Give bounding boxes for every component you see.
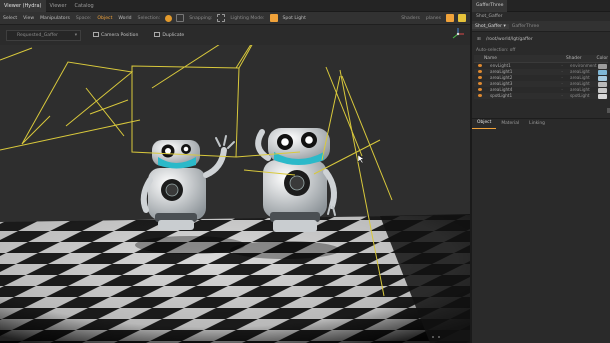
robot-left-shadow: [135, 236, 245, 254]
camera-position-label: Camera Position: [101, 32, 139, 38]
column-shader[interactable]: Shader: [566, 55, 597, 62]
viewport-3d[interactable]: [0, 45, 470, 343]
space-label: Space:: [75, 15, 92, 21]
lights-table-header: Name Shader Color: [474, 55, 608, 63]
selection-mode-icon[interactable]: [165, 14, 173, 22]
column-color[interactable]: Color: [597, 55, 608, 62]
visibility-icon[interactable]: [478, 76, 482, 79]
light-name: areaLight2: [490, 75, 513, 80]
node-select[interactable]: Shot_Gaffer ▾: [472, 23, 509, 29]
viewer-pane: Viewer (Hydra) Viewer Catalog Select Vie…: [0, 0, 470, 343]
color-swatch[interactable]: [598, 75, 607, 81]
lighting-mode-label: Lighting Mode:: [230, 15, 265, 21]
column-mute: [551, 55, 566, 62]
light-name: spotLight1: [490, 93, 513, 98]
space-object-button[interactable]: Object: [94, 12, 115, 25]
select-menu[interactable]: Select: [0, 12, 20, 25]
auto-selection-toggle[interactable]: Auto-selection: off: [472, 47, 610, 55]
panel-tabbar: GafferThree: [472, 0, 610, 12]
duplicate-label: Duplicate: [162, 32, 185, 38]
axis-gizmo-icon[interactable]: [451, 27, 465, 41]
tab-object[interactable]: Object: [472, 118, 497, 129]
snapping-icon[interactable]: [217, 14, 226, 22]
color-swatch[interactable]: [598, 93, 607, 99]
visibility-icon[interactable]: [478, 70, 482, 73]
visibility-icon[interactable]: [478, 94, 482, 97]
app-window: Viewer (Hydra) Viewer Catalog Select Vie…: [0, 0, 610, 343]
color-swatch[interactable]: [598, 81, 607, 87]
camera-icon: [93, 31, 99, 37]
camera-position-button[interactable]: Camera Position: [89, 30, 142, 41]
light-shader: spotLight: [570, 93, 590, 98]
overlay-icon[interactable]: [458, 14, 466, 22]
tab-material[interactable]: Material: [496, 119, 524, 129]
visibility-icon[interactable]: [478, 82, 482, 85]
light-name: areaLight1: [490, 69, 513, 74]
tab-viewer-hydra[interactable]: Viewer (Hydra): [0, 0, 46, 12]
color-swatch[interactable]: [598, 69, 607, 75]
visibility-icon[interactable]: [478, 88, 482, 91]
duplicate-button[interactable]: Duplicate: [150, 30, 188, 41]
light-name: areaLight4: [490, 87, 513, 92]
view-menu[interactable]: View: [20, 12, 37, 25]
robot-right-shadow: [230, 241, 340, 259]
mute-icon[interactable]: ·: [554, 93, 570, 99]
light-name: areaLight3: [490, 81, 513, 86]
table-row[interactable]: spotLight1 · spotLight: [474, 93, 608, 99]
gaffer-panel: GafferThree Shot_Gaffer Shot_Gaffer ▾ Ga…: [470, 0, 610, 343]
lighting-mode-icon[interactable]: [269, 14, 278, 22]
snapping-label: Snapping:: [189, 15, 213, 21]
color-swatch[interactable]: [598, 87, 607, 93]
properties-tabbar: Object Material Linking: [472, 118, 610, 129]
tab-viewer[interactable]: Viewer: [46, 0, 71, 12]
color-swatch[interactable]: [598, 63, 607, 69]
selection-filter-icon[interactable]: [176, 14, 185, 22]
selection-label: Selection:: [137, 15, 161, 21]
manipulators-menu[interactable]: Manipulators: [37, 12, 73, 25]
shaders-button[interactable]: Shaders: [398, 12, 423, 25]
visibility-icon[interactable]: [478, 64, 482, 67]
tab-linking[interactable]: Linking: [524, 119, 550, 129]
panel-subtitle: Shot_Gaffer: [476, 14, 503, 19]
tab-gafferthree[interactable]: GafferThree: [472, 0, 508, 12]
duplicate-icon: [154, 31, 161, 37]
display-options-icon[interactable]: [446, 14, 454, 22]
view-bar: Requested_Gaffer Camera Position Duplica…: [0, 25, 470, 45]
camera-select[interactable]: Requested_Gaffer: [6, 29, 81, 41]
location-path[interactable]: /root/world/lgt/gaffer: [476, 35, 606, 44]
column-name[interactable]: Name: [474, 55, 551, 62]
node-type-label: GafferThree: [511, 23, 540, 29]
tab-catalog[interactable]: Catalog: [71, 0, 98, 12]
node-bar: Shot_Gaffer ▾ GafferThree: [472, 21, 610, 32]
viewer-tabbar: Viewer (Hydra) Viewer Catalog: [0, 0, 470, 12]
planes-button[interactable]: planes: [423, 12, 444, 25]
space-world-button[interactable]: World: [115, 12, 134, 25]
viewer-toolbar: Select View Manipulators Space: Object W…: [0, 12, 470, 25]
lights-table: envLight1 · environment areaLight1 · are…: [472, 63, 610, 99]
spot-light-button[interactable]: Spot Light: [280, 12, 309, 25]
light-name: envLight1: [490, 63, 511, 68]
